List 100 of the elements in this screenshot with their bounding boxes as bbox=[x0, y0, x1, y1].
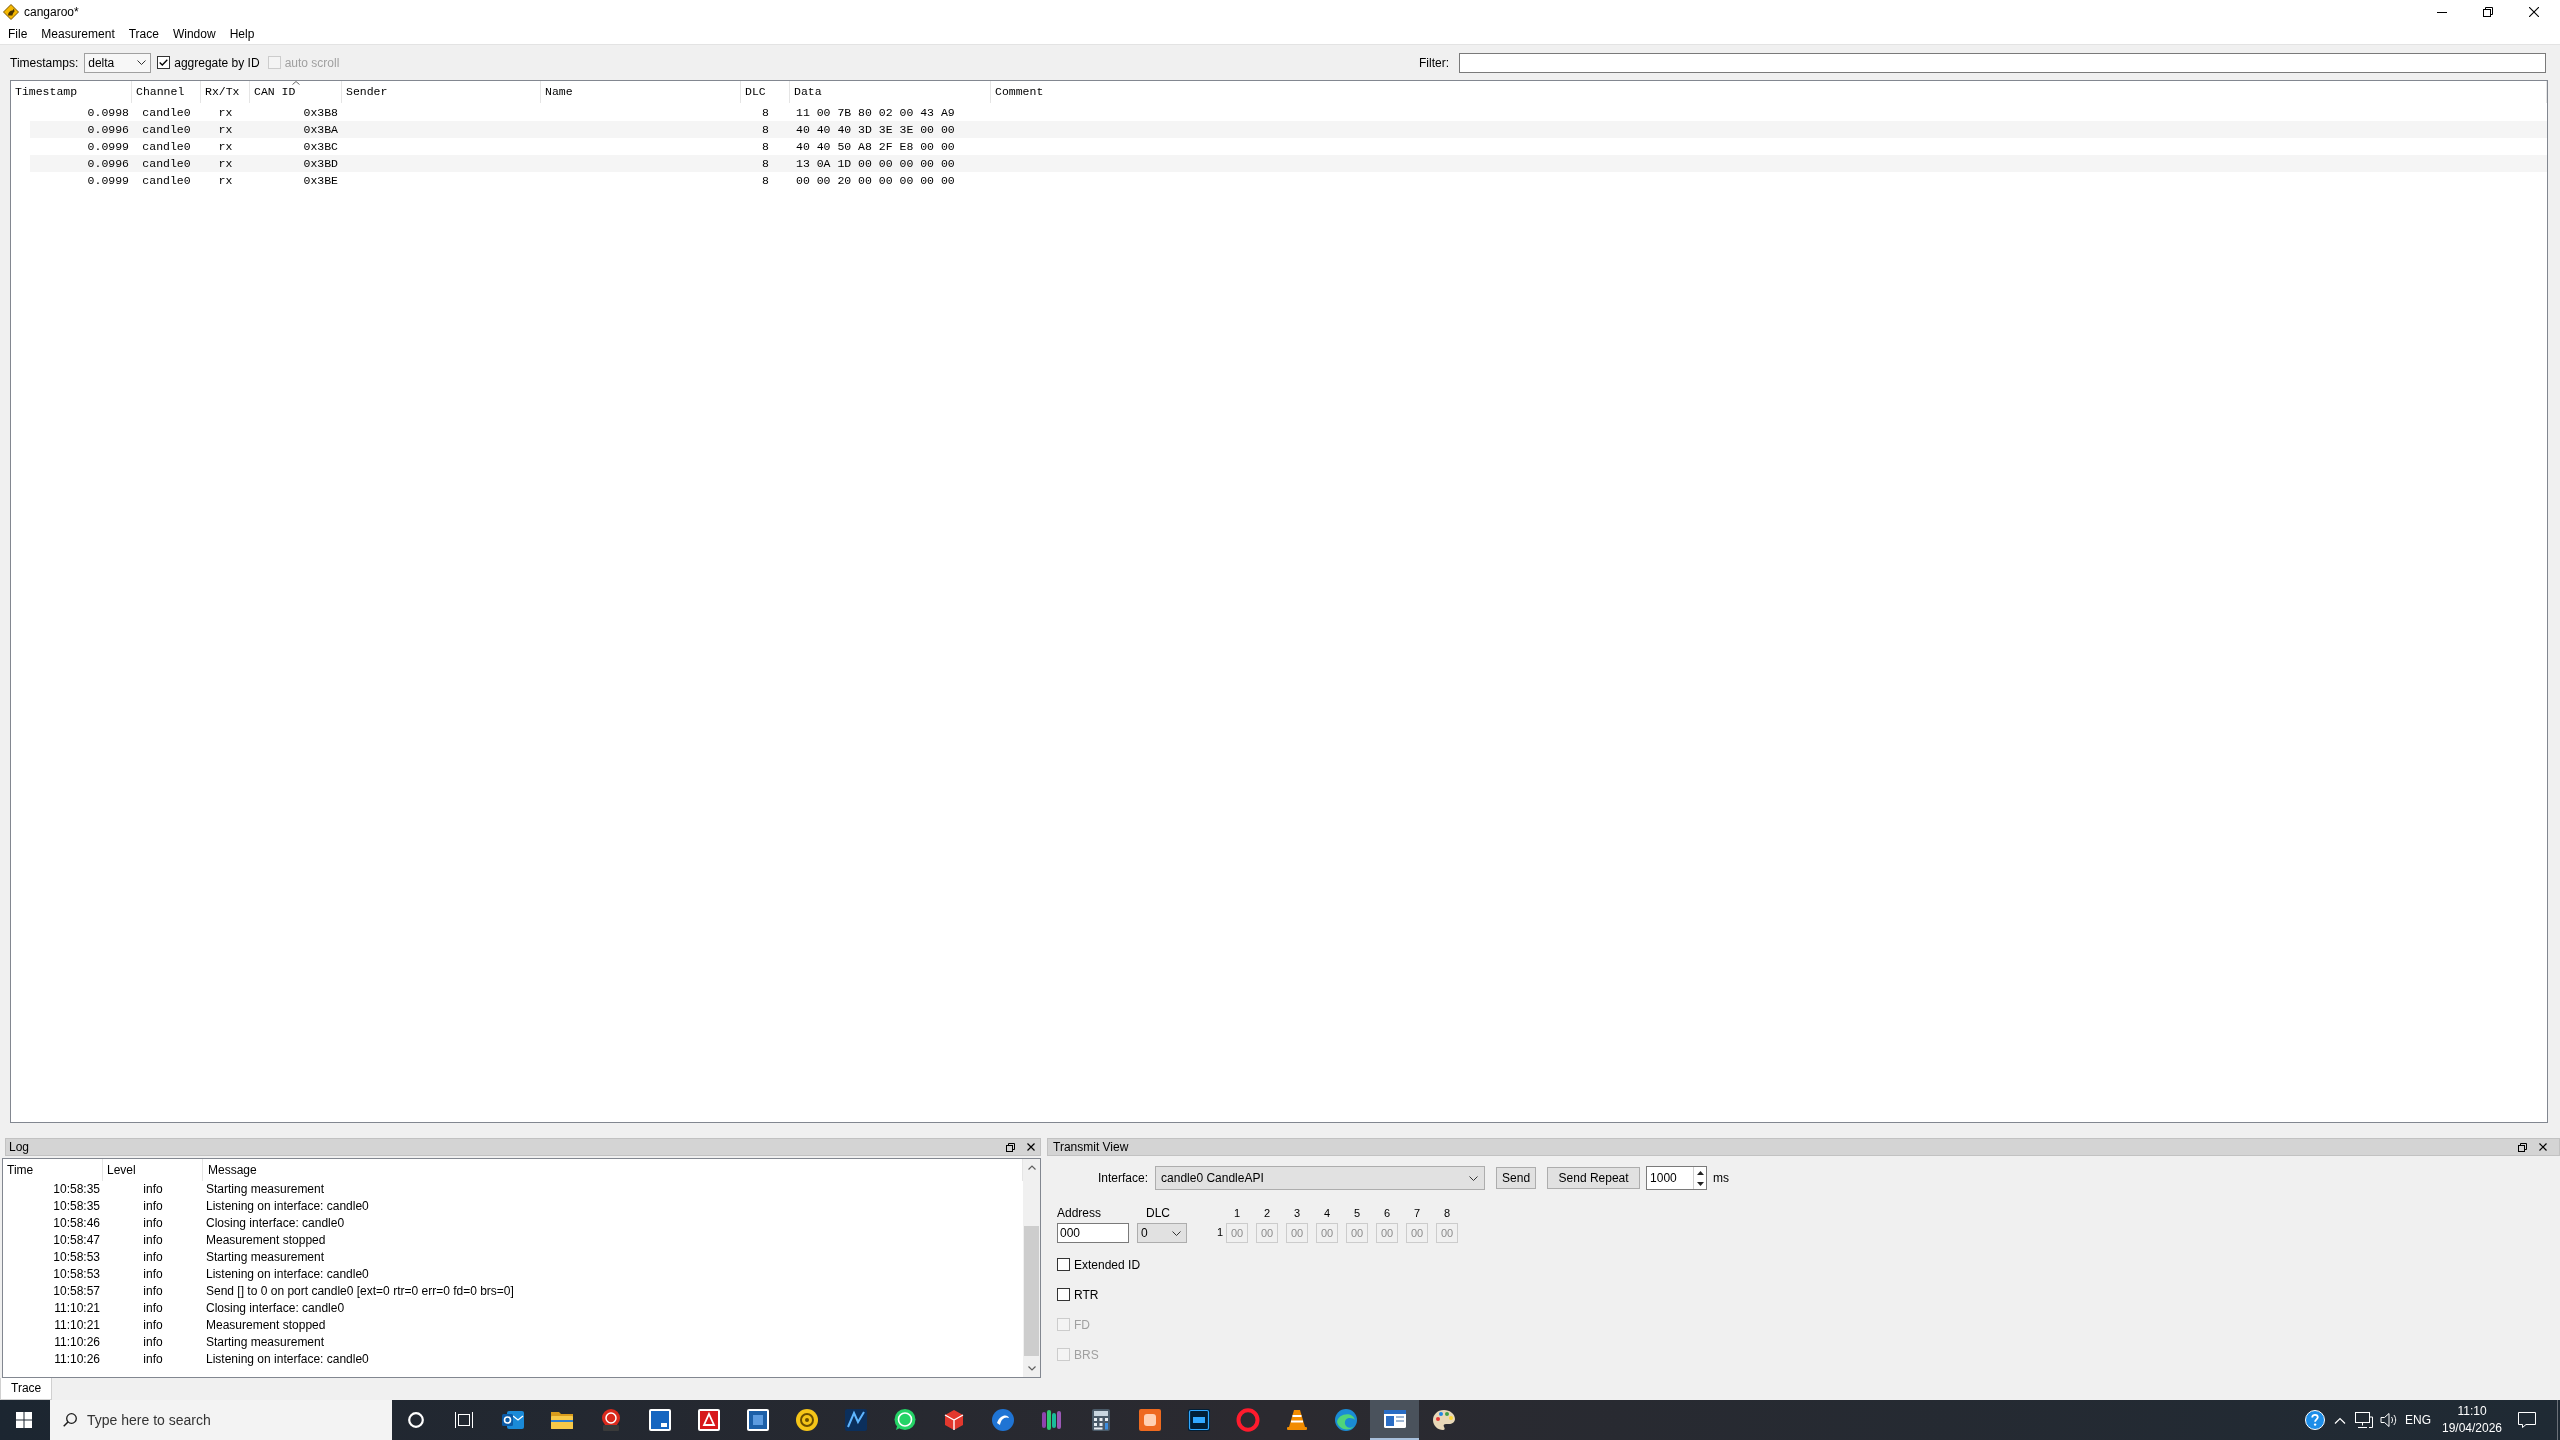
table-cell-text: Send [] to 0 on port candle0 [ext=0 rtr=0 err=0 fd=0 brs=0] bbox=[205, 1283, 514, 1300]
interface-dropdown[interactable]: candle0 CandleAPI bbox=[1155, 1166, 1486, 1190]
table-cell-text: 0x3BA bbox=[302, 122, 339, 138]
speech-bubble-icon[interactable] bbox=[2518, 1412, 2536, 1428]
panel-title: Transmit View bbox=[1053, 1139, 1129, 1156]
language-indicator[interactable]: ENG bbox=[2405, 1411, 2431, 1429]
chevron-up-icon[interactable] bbox=[1027, 1165, 1036, 1170]
column-header[interactable]: Name bbox=[541, 81, 741, 103]
row-label: 1 bbox=[1217, 1225, 1224, 1240]
table-cell-text: info bbox=[142, 1232, 164, 1249]
table-cell-text: rx bbox=[217, 156, 234, 172]
search-field[interactable]: Type here to search bbox=[50, 1400, 392, 1440]
interval-field[interactable]: 1000 bbox=[1646, 1166, 1708, 1190]
taskbar-button[interactable] bbox=[1370, 1400, 1419, 1440]
table-cell-text: Measurement stopped bbox=[205, 1317, 326, 1334]
checkbox[interactable] bbox=[1057, 1288, 1070, 1301]
table-cell-text: 0.0996 bbox=[86, 156, 130, 172]
field-label: Interface: bbox=[1098, 1170, 1149, 1187]
checkbox[interactable] bbox=[157, 56, 171, 69]
checkbox[interactable] bbox=[1057, 1258, 1070, 1271]
table-cell-text: 8 bbox=[761, 156, 770, 172]
tab[interactable]: Trace bbox=[0, 1378, 53, 1400]
table-cell-text: rx bbox=[217, 139, 234, 155]
triangle-up-icon[interactable] bbox=[1696, 1170, 1704, 1175]
table-cell-text: 0x3BD bbox=[302, 156, 339, 172]
menu-item[interactable]: Measurement bbox=[34, 24, 122, 44]
cone-icon bbox=[1284, 1408, 1309, 1432]
restore-icon[interactable] bbox=[1006, 1142, 1015, 1152]
field-label: Timestamps: bbox=[10, 54, 79, 72]
menu-item[interactable]: Trace bbox=[121, 24, 166, 44]
table-cell-text: info bbox=[142, 1283, 164, 1300]
column-header[interactable]: DLC bbox=[741, 81, 790, 103]
table-cell-text: rx bbox=[217, 105, 234, 121]
window-title: cangaroo* bbox=[24, 4, 79, 21]
scrollbar-thumb[interactable] bbox=[1024, 1226, 1039, 1356]
checkbox-label: aggregate by ID bbox=[174, 54, 260, 72]
checkbox-label: Extended ID bbox=[1074, 1256, 1141, 1274]
triangle-down-icon[interactable] bbox=[1696, 1181, 1704, 1186]
unit-label: ms bbox=[1713, 1170, 1730, 1187]
column-header[interactable]: CAN ID bbox=[250, 81, 342, 103]
byte-field: 00 bbox=[1376, 1223, 1399, 1243]
network-icon[interactable] bbox=[2355, 1412, 2373, 1428]
send-repeat-button[interactable]: Send Repeat bbox=[1547, 1167, 1641, 1189]
table-cell-text: 8 bbox=[761, 122, 770, 138]
frame-icon bbox=[455, 1412, 473, 1428]
tile-icon bbox=[1186, 1408, 1211, 1432]
address-field[interactable]: 000 bbox=[1057, 1223, 1129, 1243]
menu-item[interactable]: File bbox=[1, 24, 35, 44]
tile-icon bbox=[843, 1408, 868, 1432]
column-label: 2 bbox=[1264, 1206, 1271, 1220]
close-icon[interactable] bbox=[1027, 1143, 1035, 1151]
table-cell-text: Measurement stopped bbox=[205, 1232, 326, 1249]
column-label: 7 bbox=[1414, 1206, 1421, 1220]
table-cell-text: 11:10:21 bbox=[53, 1300, 101, 1317]
field-label: Address bbox=[1057, 1206, 1102, 1220]
tile-icon bbox=[1137, 1408, 1162, 1432]
column-header[interactable]: Comment bbox=[991, 81, 2547, 103]
send-button[interactable]: Send bbox=[1496, 1167, 1537, 1189]
field-label: DLC bbox=[1146, 1206, 1170, 1220]
chevron-down-icon[interactable] bbox=[137, 60, 147, 65]
table-cell-text: candle0 bbox=[141, 156, 192, 172]
column-label: 8 bbox=[1444, 1206, 1451, 1220]
help-icon[interactable] bbox=[2305, 1410, 2325, 1430]
chevron-down-icon[interactable] bbox=[1469, 1175, 1479, 1181]
restore-icon[interactable] bbox=[2518, 1142, 2527, 1152]
column-header[interactable]: Time bbox=[3, 1159, 103, 1181]
column-header[interactable]: Timestamp bbox=[11, 81, 132, 103]
column-header[interactable]: Channel bbox=[132, 81, 201, 103]
table-cell-text: candle0 bbox=[141, 122, 192, 138]
column-header[interactable]: Rx/Tx bbox=[201, 81, 250, 103]
menu-item[interactable]: Window bbox=[165, 24, 223, 44]
close-icon[interactable] bbox=[2539, 1143, 2547, 1151]
table-cell-text: 0x3BC bbox=[302, 139, 339, 155]
column-header[interactable]: Sender bbox=[342, 81, 541, 103]
column-header[interactable]: Data bbox=[790, 81, 991, 103]
chat-icon bbox=[892, 1408, 917, 1432]
timestamps-dropdown[interactable]: delta bbox=[84, 52, 152, 73]
table-cell-text: 10:58:46 bbox=[52, 1215, 101, 1232]
chevron-down-icon[interactable] bbox=[1027, 1366, 1036, 1371]
scrollbar[interactable] bbox=[1023, 1159, 1040, 1377]
filter-field[interactable] bbox=[1459, 52, 2546, 73]
table-cell-text: 10:58:47 bbox=[52, 1232, 101, 1249]
clock-date[interactable]: 19/04/2026 bbox=[2441, 1420, 2503, 1437]
table-cell-text: info bbox=[142, 1317, 164, 1334]
menu-item[interactable]: Help bbox=[222, 24, 262, 44]
tile-icon bbox=[696, 1408, 721, 1432]
clock-time[interactable]: 11:10 bbox=[2457, 1403, 2487, 1420]
column-label: 6 bbox=[1384, 1206, 1391, 1220]
ring-icon bbox=[1235, 1408, 1260, 1432]
checkbox-label: auto scroll bbox=[284, 54, 340, 72]
chevron-down-icon[interactable] bbox=[1172, 1230, 1181, 1236]
speaker-icon[interactable] bbox=[2379, 1412, 2397, 1428]
table-cell-text: 10:58:35 bbox=[52, 1181, 101, 1198]
panel-title: Log bbox=[9, 1139, 30, 1156]
dlc-dropdown[interactable]: 0 bbox=[1137, 1223, 1187, 1243]
column-header[interactable]: Level bbox=[103, 1159, 203, 1181]
checkbox-label: RTR bbox=[1074, 1286, 1099, 1304]
table-cell-text: 10:58:53 bbox=[52, 1249, 101, 1266]
byte-field: 00 bbox=[1346, 1223, 1369, 1243]
checkbox-label: BRS bbox=[1074, 1346, 1099, 1364]
